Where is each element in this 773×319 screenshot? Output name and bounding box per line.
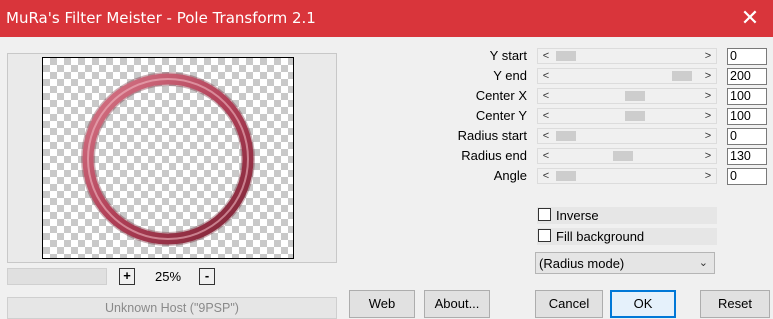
center-x-slider[interactable]: < > bbox=[537, 88, 717, 104]
chevron-left-icon[interactable]: < bbox=[538, 169, 554, 183]
preview-canvas[interactable] bbox=[42, 57, 294, 259]
about-button[interactable]: About... bbox=[424, 290, 490, 318]
chevron-right-icon[interactable]: > bbox=[700, 89, 716, 103]
cancel-button[interactable]: Cancel bbox=[535, 290, 603, 318]
radius-end-label: Radius end bbox=[461, 148, 527, 163]
chevron-left-icon[interactable]: < bbox=[538, 109, 554, 123]
chevron-left-icon[interactable]: < bbox=[538, 49, 554, 63]
y-end-slider-thumb[interactable] bbox=[672, 71, 692, 81]
angle-slider-thumb[interactable] bbox=[556, 171, 576, 181]
radius-start-slider[interactable]: < > bbox=[537, 128, 717, 144]
chevron-right-icon[interactable]: > bbox=[700, 49, 716, 63]
radius-start-label: Radius start bbox=[457, 128, 527, 143]
close-icon[interactable]: ✕ bbox=[727, 0, 773, 37]
web-button[interactable]: Web bbox=[349, 290, 415, 318]
chevron-right-icon[interactable]: > bbox=[700, 169, 716, 183]
ring-preview bbox=[81, 72, 255, 246]
title-bar: MuRa's Filter Meister - Pole Transform 2… bbox=[0, 0, 773, 37]
chevron-left-icon[interactable]: < bbox=[538, 129, 554, 143]
inverse-label: Inverse bbox=[556, 208, 599, 223]
inverse-checkbox[interactable] bbox=[538, 208, 551, 221]
inverse-checkbox-row[interactable]: Inverse bbox=[537, 207, 717, 224]
y-start-value-field[interactable]: 0 bbox=[727, 48, 767, 65]
chevron-left-icon[interactable]: < bbox=[538, 149, 554, 163]
center-y-slider[interactable]: < > bbox=[537, 108, 717, 124]
angle-value-field[interactable]: 0 bbox=[727, 168, 767, 185]
y-start-slider-thumb[interactable] bbox=[556, 51, 576, 61]
chevron-down-icon: ⌄ bbox=[698, 257, 708, 269]
mode-select[interactable]: (Radius mode) ⌄ bbox=[535, 252, 715, 274]
center-y-value-field[interactable]: 100 bbox=[727, 108, 767, 125]
y-end-slider[interactable]: < > bbox=[537, 68, 717, 84]
mode-select-value: (Radius mode) bbox=[539, 256, 625, 271]
y-end-value-field[interactable]: 200 bbox=[727, 68, 767, 85]
chevron-left-icon[interactable]: < bbox=[538, 69, 554, 83]
ok-button[interactable]: OK bbox=[610, 290, 676, 318]
chevron-right-icon[interactable]: > bbox=[700, 129, 716, 143]
angle-label: Angle bbox=[493, 168, 527, 183]
zoom-level: 25% bbox=[154, 269, 182, 284]
radius-start-value-field[interactable]: 0 bbox=[727, 128, 767, 145]
chevron-right-icon[interactable]: > bbox=[700, 149, 716, 163]
y-start-slider[interactable]: < > bbox=[537, 48, 717, 64]
reset-button[interactable]: Reset bbox=[700, 290, 770, 318]
chevron-right-icon[interactable]: > bbox=[700, 109, 716, 123]
fill-background-checkbox-row[interactable]: Fill background bbox=[537, 228, 717, 245]
radius-end-slider[interactable]: < > bbox=[537, 148, 717, 164]
radius-start-slider-thumb[interactable] bbox=[556, 131, 576, 141]
radius-end-slider-thumb[interactable] bbox=[613, 151, 633, 161]
radius-end-value-field[interactable]: 130 bbox=[727, 148, 767, 165]
fill-background-label: Fill background bbox=[556, 229, 645, 244]
zoom-field bbox=[7, 268, 107, 285]
center-y-label: Center Y bbox=[475, 108, 527, 123]
chevron-left-icon[interactable]: < bbox=[538, 89, 554, 103]
center-y-slider-thumb[interactable] bbox=[625, 111, 645, 121]
center-x-label: Center X bbox=[475, 88, 527, 103]
host-label: Unknown Host ("9PSP") bbox=[7, 297, 337, 319]
window-title: MuRa's Filter Meister - Pole Transform 2… bbox=[6, 9, 316, 27]
chevron-right-icon[interactable]: > bbox=[700, 69, 716, 83]
y-start-label: Y start bbox=[489, 48, 527, 63]
zoom-in-button[interactable]: + bbox=[119, 268, 135, 285]
fill-background-checkbox[interactable] bbox=[538, 229, 551, 242]
angle-slider[interactable]: < > bbox=[537, 168, 717, 184]
y-end-label: Y end bbox=[493, 68, 527, 83]
center-x-slider-thumb[interactable] bbox=[625, 91, 645, 101]
zoom-out-button[interactable]: - bbox=[199, 268, 215, 285]
center-x-value-field[interactable]: 100 bbox=[727, 88, 767, 105]
